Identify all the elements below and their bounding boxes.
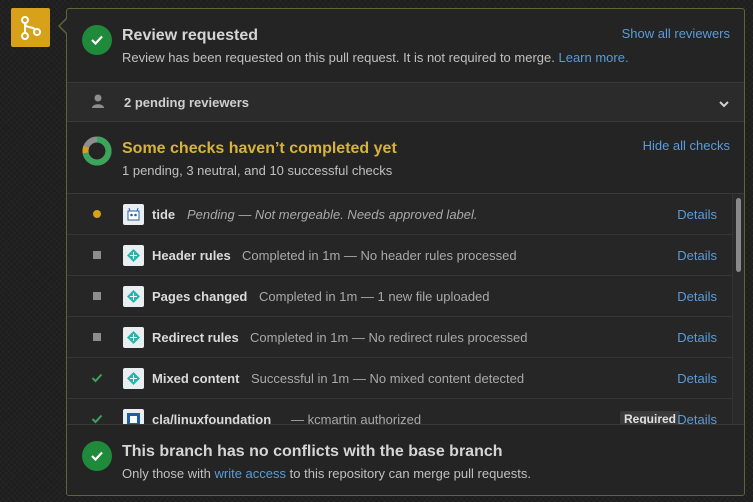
neutral-square-icon — [91, 331, 103, 343]
panel-pointer-inner — [60, 19, 67, 33]
checks-progress-donut-icon — [82, 136, 112, 171]
check-name: Header rules — [152, 248, 231, 263]
linuxfoundation-icon — [123, 409, 144, 424]
check-name: Redirect rules — [152, 330, 239, 345]
check-description: Successful in 1m — No mixed content dete… — [251, 371, 525, 386]
person-icon — [91, 93, 105, 114]
tide-icon — [123, 204, 144, 225]
scrollbar-thumb[interactable] — [736, 198, 741, 272]
review-section: Review requested Review has been request… — [67, 9, 744, 82]
merge-text: Only those with write access to this rep… — [122, 466, 531, 481]
check-row-tide: tide Pending — Not mergeable. Needs appr… — [67, 194, 732, 235]
details-link[interactable]: Details — [677, 371, 717, 386]
hide-all-checks-link[interactable]: Hide all checks — [643, 138, 730, 153]
check-circle-icon — [82, 441, 112, 471]
review-text: Review has been requested on this pull r… — [122, 50, 629, 65]
check-name: cla/linuxfoundation — [152, 412, 272, 424]
details-link[interactable]: Details — [677, 289, 717, 304]
learn-more-link[interactable]: Learn more. — [558, 50, 628, 65]
netlify-icon — [123, 368, 144, 389]
git-merge-icon — [11, 8, 50, 47]
check-name: Mixed content — [152, 371, 240, 386]
merge-text-after: to this repository can merge pull reques… — [289, 466, 531, 481]
review-description: Review has been requested on this pull r… — [122, 50, 555, 65]
chevron-down-icon[interactable] — [718, 96, 730, 114]
checks-scrollbar[interactable] — [732, 194, 744, 424]
pending-reviewers-label: 2 pending reviewers — [124, 95, 249, 110]
neutral-square-icon — [91, 290, 103, 302]
required-badge: Required — [619, 411, 680, 424]
pending-dot-icon — [91, 208, 103, 220]
check-mark-icon — [91, 413, 103, 424]
merge-text-before: Only those with — [122, 466, 211, 481]
check-mark-icon — [91, 372, 103, 384]
review-title: Review requested — [122, 27, 259, 44]
show-all-reviewers-link[interactable]: Show all reviewers — [622, 26, 730, 41]
check-name: tide — [152, 207, 176, 222]
merge-title: This branch has no conflicts with the ba… — [122, 443, 503, 460]
netlify-icon — [123, 327, 144, 348]
check-description: — kcmartin authorized — [291, 412, 422, 424]
check-name: Pages changed — [152, 289, 248, 304]
check-description: Completed in 1m — 1 new file uploaded — [259, 289, 490, 304]
details-link[interactable]: Details — [677, 412, 717, 424]
merge-section: This branch has no conflicts with the ba… — [67, 424, 744, 495]
details-link[interactable]: Details — [677, 330, 717, 345]
checks-list: tide Pending — Not mergeable. Needs appr… — [67, 193, 744, 424]
check-row-redirect-rules: Redirect rules Completed in 1m — No redi… — [67, 317, 732, 358]
check-description: Completed in 1m — No header rules proces… — [242, 248, 517, 263]
check-row-mixed-content: Mixed content Successful in 1m — No mixe… — [67, 358, 732, 399]
netlify-icon — [123, 286, 144, 307]
checks-header: Some checks haven’t completed yet 1 pend… — [67, 122, 744, 194]
details-link[interactable]: Details — [677, 207, 717, 222]
check-circle-icon — [82, 25, 112, 55]
checks-title: Some checks haven’t completed yet — [122, 140, 397, 157]
check-description: Pending — Not mergeable. Needs approved … — [187, 207, 478, 222]
netlify-icon — [123, 245, 144, 266]
write-access-link[interactable]: write access — [215, 466, 287, 481]
check-row-header-rules: Header rules Completed in 1m — No header… — [67, 235, 732, 276]
check-row-cla-linuxfoundation: cla/linuxfoundation — kcmartin authorize… — [67, 399, 732, 424]
details-link[interactable]: Details — [677, 248, 717, 263]
neutral-square-icon — [91, 249, 103, 261]
pending-reviewers-toggle[interactable]: 2 pending reviewers — [67, 82, 744, 122]
checks-summary: 1 pending, 3 neutral, and 10 successful … — [122, 163, 393, 178]
check-row-pages-changed: Pages changed Completed in 1m — 1 new fi… — [67, 276, 732, 317]
merge-status-panel: Review requested Review has been request… — [66, 8, 745, 496]
check-description: Completed in 1m — No redirect rules proc… — [250, 330, 528, 345]
